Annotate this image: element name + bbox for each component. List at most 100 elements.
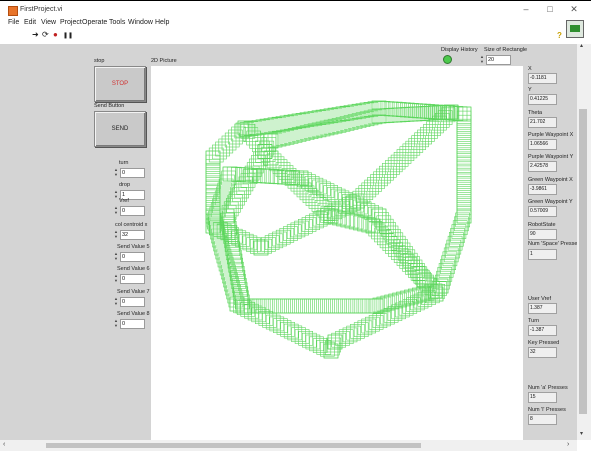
display-history-led[interactable]	[443, 55, 452, 64]
trail-rect-63	[456, 131, 472, 146]
pause-icon[interactable]: ❚❚	[63, 32, 73, 39]
trail-rect-78	[456, 192, 472, 207]
scroll-up-icon[interactable]: ▴	[580, 42, 583, 49]
send-value-5-label: Send Value 5	[117, 244, 150, 250]
trail-rect-534	[319, 183, 335, 198]
trail-rect-518	[260, 168, 275, 184]
close-button[interactable]: ✕	[567, 4, 581, 15]
spinner-icon[interactable]: ▲ ▼	[113, 205, 119, 215]
trail-rect-67	[456, 147, 472, 163]
menu-view[interactable]: View	[41, 19, 56, 26]
turn-indicator-label: Turn	[528, 318, 540, 324]
spinner-icon[interactable]: ▲ ▼	[113, 273, 119, 283]
turn-control-value[interactable]: 0	[120, 168, 145, 178]
stop-button[interactable]: STOP	[94, 66, 146, 102]
run-arrow-icon[interactable]: ➜	[32, 30, 39, 39]
minimize-button[interactable]: –	[519, 4, 533, 14]
title-bar: FirstProject.vi – □ ✕	[0, 0, 591, 19]
menu-help[interactable]: Help	[155, 19, 169, 26]
trail-rect-467	[301, 217, 317, 232]
trail-rect-75	[456, 180, 472, 195]
scroll-down-icon[interactable]: ▾	[580, 430, 583, 437]
run-continuously-icon[interactable]: ⟳	[42, 30, 49, 39]
spinner-icon[interactable]: ▲ ▼	[113, 296, 119, 306]
robot-state-indicator: 90	[528, 229, 557, 240]
purple-waypoint-y-label: Purple Waypoint Y	[528, 154, 574, 160]
spinner-icon[interactable]: ▲ ▼	[479, 54, 485, 64]
num-space-presses-indicator: 1	[528, 249, 557, 260]
turn-indicator: -1.387	[528, 325, 557, 336]
send-button[interactable]: SEND	[94, 111, 146, 147]
vertical-scroll-thumb[interactable]	[579, 109, 587, 414]
trail-rect-61	[456, 122, 472, 138]
green-waypoint-x-label: Green Waypoint X	[528, 177, 573, 183]
vertical-scrollbar[interactable]: ▴ ▾	[577, 42, 591, 440]
2d-picture-display[interactable]	[151, 66, 523, 440]
trail-rect-198	[205, 167, 221, 182]
menu-operate[interactable]: Operate	[82, 19, 107, 26]
trail-rect-484	[242, 235, 258, 251]
spinner-icon[interactable]: ▲ ▼	[113, 251, 119, 261]
send-value-8-value[interactable]: 0	[120, 319, 145, 329]
turn-control-label: turn	[119, 160, 129, 166]
trail-rect-336	[230, 270, 246, 285]
scroll-right-icon[interactable]: ›	[567, 441, 569, 448]
trail-rect-206	[215, 141, 230, 157]
maximize-button[interactable]: □	[543, 4, 557, 14]
send-value-6-label: Send Value 6	[117, 266, 150, 272]
user-vref-indicator: 1.387	[528, 303, 557, 314]
context-help-icon[interactable]: ?	[557, 31, 562, 40]
menu-project[interactable]: Project	[60, 19, 82, 26]
send-value-5-value[interactable]: 0	[120, 252, 145, 262]
y-indicator-label: Y	[528, 87, 532, 93]
trail-rect-208	[221, 135, 237, 151]
trail-rect-480	[253, 240, 269, 256]
menu-bar: File Edit View Project Operate Tools Win…	[0, 18, 591, 29]
col-centroid-x-label: col centroid x	[115, 222, 148, 228]
trail-rect-513	[239, 167, 254, 183]
trail-rect-530	[304, 176, 320, 191]
trail-rect-209	[224, 132, 240, 148]
robot-trajectory-drawing	[205, 100, 472, 359]
col-centroid-x-value[interactable]: 32	[120, 230, 145, 240]
green-waypoint-y-label: Green Waypoint Y	[528, 199, 573, 205]
size-of-rectangle-value[interactable]: 20	[486, 55, 511, 65]
trail-rect-69	[456, 155, 472, 171]
scroll-left-icon[interactable]: ‹	[3, 441, 5, 448]
trail-rect-71	[456, 163, 472, 179]
vref-control-value[interactable]: 0	[120, 206, 145, 216]
size-of-rectangle-label: Size of Rectangle	[484, 47, 528, 53]
horizontal-scrollbar[interactable]: ‹ ›	[0, 440, 577, 451]
trail-rect-72	[456, 167, 472, 183]
stop-label: stop	[94, 58, 105, 64]
spinner-icon[interactable]: ▲ ▼	[113, 318, 119, 328]
trail-rect-469	[294, 220, 309, 236]
menu-tools[interactable]: Tools	[109, 19, 125, 26]
trail-rect-199	[205, 163, 221, 178]
trail-rect-522	[277, 169, 292, 185]
trail-rect-200	[205, 159, 221, 174]
trail-rect-203	[205, 150, 221, 166]
trail-rect-68	[456, 151, 472, 167]
horizontal-scroll-thumb[interactable]	[46, 443, 421, 448]
picture-label: 2D Picture	[151, 58, 177, 64]
drop-control-label: drop	[119, 182, 131, 188]
x-indicator-label: X	[528, 66, 532, 72]
green-waypoint-y-indicator: 0.57009	[528, 206, 557, 217]
menu-edit[interactable]: Edit	[24, 19, 36, 26]
send-value-7-value[interactable]: 0	[120, 297, 145, 307]
trail-rect-79	[456, 196, 472, 212]
trail-rect-77	[456, 188, 472, 203]
trail-rect-124	[361, 318, 376, 334]
spinner-icon[interactable]: ▲ ▼	[113, 167, 119, 177]
trail-rect-66	[456, 143, 472, 158]
spinner-icon[interactable]: ▲ ▼	[113, 229, 119, 239]
x-indicator: -0.1181	[528, 73, 557, 84]
trail-rect-73	[456, 172, 472, 187]
send-value-6-value[interactable]: 0	[120, 274, 145, 284]
menu-window[interactable]: Window	[128, 19, 153, 26]
purple-waypoint-y-indicator: 2.42578	[528, 161, 557, 172]
trail-rect-477	[264, 235, 280, 250]
abort-icon[interactable]: ●	[53, 30, 58, 39]
menu-file[interactable]: File	[8, 19, 19, 26]
